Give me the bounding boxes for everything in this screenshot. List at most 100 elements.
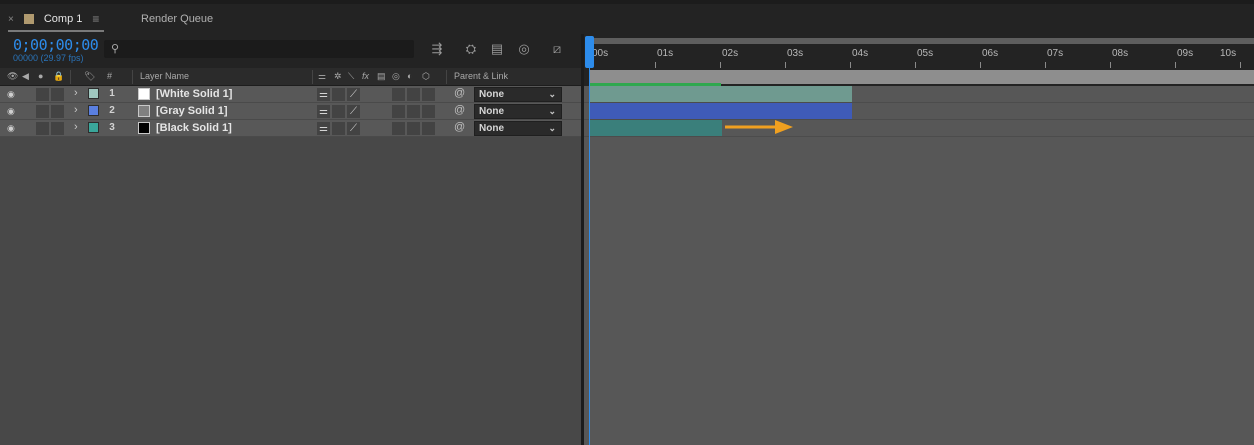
graph-editor-icon[interactable]: ⧄ (548, 41, 566, 57)
layer-column-header: 👁 ◀ ● 🔒 🏷 # Layer Name ⚌ ✲ ⟍ fx ▤ ◎ ◐ ⬡ … (0, 68, 583, 86)
3d-layer-header-icon[interactable]: ⬡ (422, 71, 430, 82)
time-navigator[interactable] (586, 38, 1254, 44)
shy-switch-icon[interactable]: ⚌ (317, 105, 330, 118)
3d-layer-switch[interactable] (422, 88, 435, 101)
layer-row[interactable]: ◉ › 3 [Black Solid 1] ⚌ ⟋ @ None ⌄ (0, 120, 583, 137)
pick-whip-icon[interactable]: @ (454, 87, 465, 99)
collapse-header-icon[interactable]: ✲ (334, 71, 342, 82)
collapse-switch[interactable] (332, 122, 345, 135)
work-area-bar-row (584, 68, 1254, 86)
ruler-tick-label: 08s (1112, 48, 1129, 59)
ruler-tick-label: 03s (787, 48, 804, 59)
layer-row[interactable]: ◉ › 2 [Gray Solid 1] ⚌ ⟋ @ None ⌄ (0, 103, 583, 120)
parent-dropdown[interactable]: None ⌄ (474, 121, 562, 136)
lock-toggle[interactable] (51, 122, 64, 135)
layer-track-2[interactable] (584, 103, 1254, 120)
eye-icon[interactable]: ◉ (7, 89, 19, 99)
shy-header-icon[interactable]: ⚌ (318, 71, 326, 82)
eye-icon[interactable]: ◉ (7, 123, 19, 133)
current-time-indicator-line[interactable] (589, 68, 590, 445)
3d-layer-switch[interactable] (422, 105, 435, 118)
current-time-display[interactable]: 0;00;00;00 (13, 36, 99, 54)
tab-render-queue[interactable]: Render Queue (141, 10, 213, 28)
quality-header-icon[interactable]: ⟍ (348, 71, 354, 82)
eye-icon[interactable]: ◉ (7, 106, 19, 116)
motion-blur-switch[interactable] (407, 122, 420, 135)
comp-flowchart-icon[interactable]: ⇶ (428, 41, 446, 57)
quality-switch-icon[interactable]: ⟋ (347, 88, 360, 101)
frame-blend-switch[interactable] (392, 88, 405, 101)
audio-switch-header-icon[interactable]: ◀ (22, 71, 29, 82)
parent-value: None (479, 89, 504, 100)
layer-name[interactable]: [Gray Solid 1] (156, 105, 228, 117)
lock-toggle[interactable] (51, 105, 64, 118)
column-separator (132, 70, 133, 84)
layer-label-color[interactable] (88, 122, 99, 133)
draft-3d-icon[interactable]: ⛭ (462, 41, 480, 57)
close-icon[interactable]: × (8, 14, 14, 25)
3d-layer-switch[interactable] (422, 122, 435, 135)
tab-comp[interactable]: × Comp 1 ≡ (8, 10, 104, 32)
motion-blur-header-icon[interactable]: ◎ (392, 71, 400, 82)
frame-blend-switch[interactable] (392, 105, 405, 118)
time-ruler[interactable]: 00s 01s 02s 03s 04s 05s 06s 07s 08s 09s 10s (584, 34, 1254, 68)
motion-blur-icon[interactable]: ◎ (515, 41, 533, 57)
quality-switch-icon[interactable]: ⟋ (347, 122, 360, 135)
video-switch-header-icon[interactable]: 👁 (7, 71, 18, 82)
panel-menu-icon[interactable]: ≡ (92, 12, 99, 26)
layer-label-color[interactable] (88, 105, 99, 116)
layer-row[interactable]: ◉ › 1 [White Solid 1] ⚌ ⟋ @ None ⌄ (0, 86, 583, 103)
collapse-switch[interactable] (332, 105, 345, 118)
chevron-right-icon[interactable]: › (74, 87, 78, 99)
layer-search-input[interactable]: ⚲ (104, 40, 414, 58)
fx-header-icon[interactable]: fx (362, 71, 369, 81)
layer-name-header[interactable]: Layer Name (140, 71, 189, 81)
layer-track-1[interactable] (584, 86, 1254, 103)
pick-whip-icon[interactable]: @ (454, 121, 465, 133)
shy-switch-icon[interactable]: ⚌ (317, 122, 330, 135)
ruler-tick-label: 10s (1220, 48, 1237, 59)
current-time-indicator-head[interactable] (585, 36, 594, 68)
motion-blur-switch[interactable] (407, 105, 420, 118)
work-area-bar[interactable] (590, 70, 1254, 84)
timeline-panel[interactable]: 00s 01s 02s 03s 04s 05s 06s 07s 08s 09s 10s (584, 34, 1254, 445)
layer-duration-bar[interactable] (590, 120, 722, 136)
pick-whip-icon[interactable]: @ (454, 104, 465, 116)
layer-label-color[interactable] (88, 88, 99, 99)
solo-switch-header-icon[interactable]: ● (38, 71, 43, 81)
frame-blend-header-icon[interactable]: ▤ (377, 71, 386, 82)
comp-color-swatch (23, 14, 34, 24)
layer-duration-bar[interactable] (590, 103, 852, 119)
layer-number: 1 (109, 88, 115, 99)
tab-render-queue-label: Render Queue (141, 13, 214, 25)
adjustment-layer-header-icon[interactable]: ◐ (407, 71, 412, 81)
ruler-tick-label: 00s (592, 48, 609, 59)
frame-blend-switch[interactable] (392, 122, 405, 135)
parent-dropdown[interactable]: None ⌄ (474, 87, 562, 102)
solid-thumbnail (138, 122, 150, 134)
column-separator (70, 70, 71, 84)
ruler-tick-label: 04s (852, 48, 869, 59)
parent-dropdown[interactable]: None ⌄ (474, 104, 562, 119)
layer-number: 3 (109, 122, 115, 133)
layer-name[interactable]: [Black Solid 1] (156, 122, 232, 134)
layer-duration-bar[interactable] (590, 86, 852, 102)
layer-track-3[interactable] (584, 120, 1254, 137)
motion-blur-switch[interactable] (407, 88, 420, 101)
shy-switch-icon[interactable]: ⚌ (317, 88, 330, 101)
chevron-right-icon[interactable]: › (74, 121, 78, 133)
collapse-switch[interactable] (332, 88, 345, 101)
layer-name[interactable]: [White Solid 1] (156, 88, 232, 100)
quality-switch-icon[interactable]: ⟋ (347, 105, 360, 118)
label-header-icon[interactable]: 🏷 (84, 71, 95, 82)
lock-toggle[interactable] (51, 88, 64, 101)
lock-switch-header-icon[interactable]: 🔒 (53, 71, 64, 82)
chevron-right-icon[interactable]: › (74, 104, 78, 116)
solo-toggle[interactable] (36, 105, 49, 118)
hash-header: # (107, 71, 113, 81)
timeline-controls: 0;00;00;00 00000 (29.97 fps) ⚲ ⇶ ⛭ ▤ ◎ ⧄ (0, 34, 583, 68)
frame-blending-icon[interactable]: ▤ (488, 41, 506, 57)
solo-toggle[interactable] (36, 88, 49, 101)
parent-link-header[interactable]: Parent & Link (454, 71, 508, 81)
solo-toggle[interactable] (36, 122, 49, 135)
